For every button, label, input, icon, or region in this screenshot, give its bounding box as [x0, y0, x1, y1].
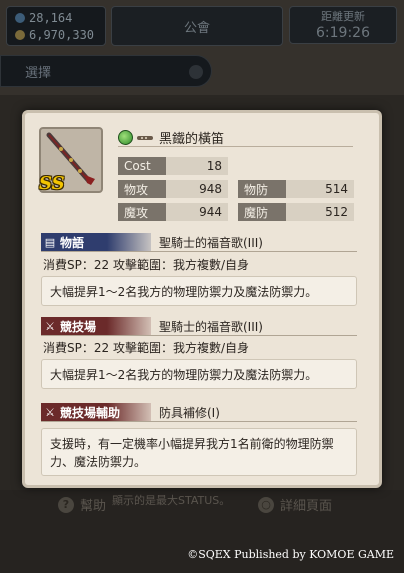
stat-patk-label: 物攻	[118, 180, 166, 198]
help-label: 幫助	[80, 499, 107, 514]
currency-box: 28,164 6,970,330	[6, 6, 106, 46]
section-arena-skill-name: 聖騎士的福音歌(III)	[159, 320, 263, 334]
detail-page-button[interactable]: ○ 詳細頁面	[258, 495, 332, 514]
top-bar: 28,164 6,970,330 公會 距離更新 6:19:26 選擇	[0, 0, 404, 95]
wind-element-icon	[118, 130, 133, 145]
stat-mdef: 魔防 512	[238, 203, 354, 221]
divider	[41, 335, 357, 336]
copyright: ©SQEX Published by KOMOE GAME	[187, 548, 394, 561]
section-arena-support-desc-line-1: 支援時，有一定機率小幅提昇我方1名前衛的物理防禦	[50, 437, 334, 451]
stat-mdef-value: 512	[286, 203, 354, 221]
stat-matk-label: 魔攻	[118, 203, 166, 221]
stat-matk: 魔攻 944	[118, 203, 228, 221]
stat-pdef: 物防 514	[238, 180, 354, 198]
update-timer-label: 距離更新	[321, 10, 365, 23]
section-arena-header: ⚔ 競技場 聖騎士的福音歌(III)	[41, 317, 357, 336]
select-button[interactable]: 選擇	[0, 55, 212, 87]
section-arena-support-skill-name: 防具補修(I)	[159, 406, 220, 420]
stat-cost-label: Cost	[118, 157, 166, 175]
divider	[41, 251, 357, 252]
section-story-desc: 大幅提昇1～2名我方的物理防禦力及魔法防禦力。	[41, 276, 357, 306]
section-story-tag-label: 物語	[60, 235, 85, 250]
section-arena-desc: 大幅提昇1～2名我方的物理防禦力及魔法防禦力。	[41, 359, 357, 389]
section-story-meta: 消費SP：22 攻擊範圍：我方複數/自身	[43, 258, 249, 272]
help-icon: ?	[58, 496, 74, 513]
stat-pdef-value: 514	[286, 180, 354, 198]
currency-1-value: 28,164	[29, 11, 73, 25]
section-arena-support-desc: 支援時，有一定機率小幅提昇我方1名前衛的物理防禦 力、魔法防禦力。	[41, 428, 357, 476]
currency-row-1: 28,164	[15, 10, 72, 26]
divider	[41, 421, 357, 422]
section-arena-support-tag: ⚔ 競技場輔助	[41, 403, 151, 421]
section-arena-support-tag-label: 競技場輔助	[60, 405, 121, 420]
stat-patk: 物攻 948	[118, 180, 228, 198]
equipment-name: 黑鐵的橫笛	[159, 132, 225, 147]
coin-icon	[15, 30, 25, 40]
currency-row-2: 6,970,330	[15, 27, 94, 43]
select-label: 選擇	[25, 65, 52, 81]
crossed-swords-icon: ⚔	[45, 405, 55, 419]
equipment-detail-dialog: SS 黑鐵的橫笛 Cost 18 物攻 948 物防 514 魔攻 944 魔防…	[22, 110, 382, 488]
section-arena-meta: 消費SP：22 攻擊範圍：我方複數/自身	[43, 341, 249, 355]
section-story-tag: ▤ 物語	[41, 233, 151, 251]
section-arena-tag: ⚔ 競技場	[41, 317, 151, 335]
detail-page-label: 詳細頁面	[280, 499, 333, 514]
section-arena-tag-label: 競技場	[60, 319, 97, 334]
section-arena-support-header: ⚔ 競技場輔助 防具補修(I)	[41, 403, 357, 422]
update-timer-value: 6:19:26	[316, 25, 370, 41]
update-timer: 距離更新 6:19:26	[289, 6, 397, 44]
currency-2-value: 6,970,330	[29, 28, 95, 42]
gem-icon	[15, 13, 25, 23]
divider	[118, 146, 353, 147]
instrument-type-icon	[137, 135, 153, 140]
stat-mdef-label: 魔防	[238, 203, 286, 221]
equipment-title: 黑鐵的橫笛	[118, 128, 224, 147]
chevron-icon	[189, 65, 203, 79]
magnifier-icon: ○	[258, 496, 274, 513]
stat-pdef-label: 物防	[238, 180, 286, 198]
stat-patk-value: 948	[166, 180, 228, 198]
help-button[interactable]: ? 幫助	[58, 495, 106, 514]
book-icon: ▤	[44, 235, 56, 249]
stat-matk-value: 944	[166, 203, 228, 221]
guild-button[interactable]: 公會	[111, 6, 283, 46]
stat-cost-value: 18	[166, 157, 228, 175]
crossed-swords-icon: ⚔	[45, 319, 55, 333]
bottom-bar: ? 幫助 ○ 詳細頁面 顯示的是最大STATUS。 ©SQEX Publishe…	[0, 490, 404, 573]
section-arena-support-desc-line-2: 力、魔法防禦力。	[50, 455, 147, 469]
max-status-note: 顯示的是最大STATUS。	[112, 494, 231, 507]
rank-badge: SS	[39, 173, 65, 194]
section-story-header: ▤ 物語 聖騎士的福音歌(III)	[41, 233, 357, 252]
section-story-skill-name: 聖騎士的福音歌(III)	[159, 236, 263, 250]
stat-cost: Cost 18	[118, 157, 228, 175]
